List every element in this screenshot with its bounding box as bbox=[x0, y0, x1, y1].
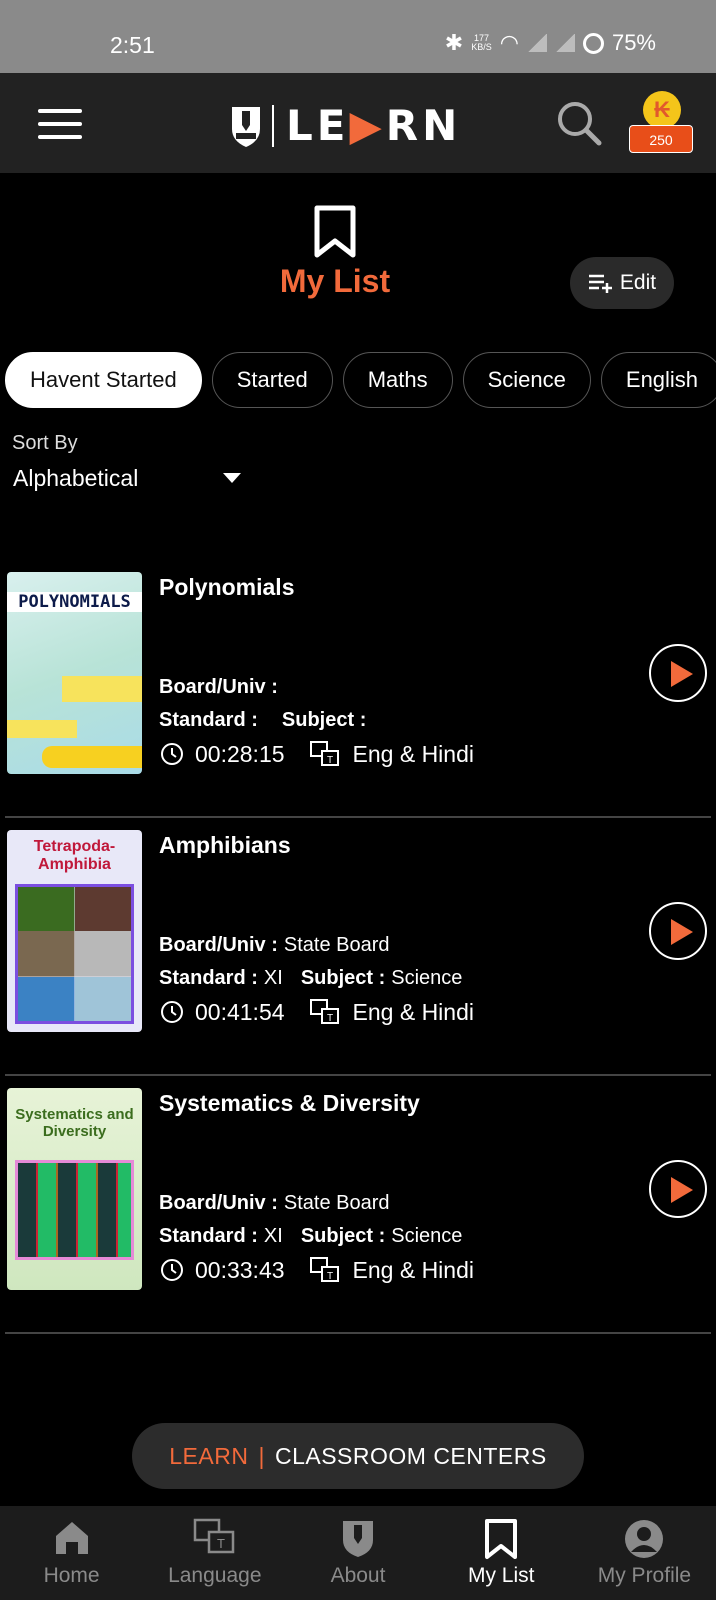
network-speed: 177 KB/S bbox=[471, 33, 492, 52]
nav-about[interactable]: About bbox=[286, 1506, 429, 1600]
play-icon bbox=[671, 661, 693, 687]
nav-language[interactable]: T Language bbox=[143, 1506, 286, 1600]
bookmark-icon bbox=[485, 1519, 518, 1559]
nav-my-profile[interactable]: My Profile bbox=[573, 1506, 716, 1600]
nav-home[interactable]: Home bbox=[0, 1506, 143, 1600]
battery-level: 75% bbox=[611, 30, 656, 55]
search-icon[interactable] bbox=[555, 99, 603, 147]
sort-dropdown[interactable]: Alphabetical bbox=[13, 465, 243, 492]
item-title: Amphibians bbox=[159, 832, 291, 858]
item-duration: 00:33:43 bbox=[195, 1256, 285, 1283]
logo-wordmark: LE▶RN bbox=[286, 101, 462, 150]
dropdown-caret-icon bbox=[223, 473, 241, 483]
thumbnail-amphibians: Tetrapoda-Amphibia bbox=[7, 830, 142, 1032]
app-bar: LE▶RN ₭ 250 bbox=[0, 73, 716, 173]
tab-havent-started[interactable]: Havent Started bbox=[5, 352, 202, 408]
item-board: Board/Univ : bbox=[159, 676, 278, 698]
logo-divider bbox=[272, 104, 274, 147]
language-icon: T bbox=[309, 999, 339, 1024]
list-item[interactable]: Systematics and Diversity Systematics & … bbox=[0, 1076, 716, 1334]
coin-wallet[interactable]: ₭ 250 bbox=[629, 91, 697, 153]
list-item[interactable]: POLYNOMIALS Polynomials Board/Univ : Sta… bbox=[0, 560, 716, 818]
status-icons: ✱ 177 KB/S ◠ 75% bbox=[445, 30, 656, 56]
item-duration: 00:41:54 bbox=[195, 998, 285, 1025]
bluetooth-icon: ✱ bbox=[444, 30, 464, 55]
filter-tabs: Havent Started Started Maths Science Eng… bbox=[5, 352, 716, 412]
thumbnail-polynomials: POLYNOMIALS bbox=[7, 572, 142, 774]
item-duration-language: 00:33:43 T Eng & Hindi bbox=[159, 1256, 474, 1284]
banner-learn-label: LEARN bbox=[169, 1443, 249, 1469]
item-duration-language: 00:28:15 T Eng & Hindi bbox=[159, 740, 474, 768]
profile-icon bbox=[625, 1520, 664, 1558]
klassroom-shield-icon bbox=[232, 106, 260, 147]
clock-history-icon bbox=[161, 1259, 183, 1281]
menu-icon[interactable] bbox=[38, 109, 82, 139]
svg-text:T: T bbox=[326, 1013, 332, 1024]
thumbnail-title: POLYNOMIALS bbox=[7, 592, 142, 612]
status-bar: 2:51 ✱ 177 KB/S ◠ 75% bbox=[0, 0, 716, 73]
tab-science[interactable]: Science bbox=[462, 352, 591, 408]
home-icon bbox=[55, 1522, 88, 1554]
coin-icon: ₭ bbox=[643, 91, 681, 129]
classroom-centers-banner[interactable]: LEARN | CLASSROOM CENTERS bbox=[132, 1423, 584, 1489]
thumbnail-species-grid bbox=[15, 1160, 134, 1260]
tab-started[interactable]: Started bbox=[211, 352, 333, 408]
play-button[interactable] bbox=[649, 1160, 707, 1218]
language-icon: T bbox=[309, 1257, 339, 1282]
play-button[interactable] bbox=[649, 902, 707, 960]
banner-separator: | bbox=[258, 1443, 265, 1469]
tab-maths[interactable]: Maths bbox=[342, 352, 453, 408]
clock-history-icon bbox=[161, 743, 183, 765]
divider bbox=[5, 1332, 711, 1334]
sort-label: Sort By bbox=[12, 432, 78, 454]
edit-button-label: Edit bbox=[619, 271, 657, 294]
nav-my-list[interactable]: My List bbox=[430, 1506, 573, 1600]
item-standard-subject: Standard : XI Subject : Science bbox=[159, 1225, 463, 1247]
thumbnail-photo-grid bbox=[15, 884, 134, 1024]
item-language: Eng & Hindi bbox=[352, 1256, 474, 1283]
bookmark-icon bbox=[314, 205, 356, 258]
svg-text:T: T bbox=[217, 1536, 225, 1551]
app-logo: LE▶RN bbox=[228, 101, 461, 150]
language-icon: T bbox=[309, 741, 339, 766]
status-time: 2:51 bbox=[110, 32, 155, 58]
list-item[interactable]: Tetrapoda-Amphibia Amphibians Board/Univ… bbox=[0, 818, 716, 1076]
coin-count: 250 bbox=[629, 125, 693, 153]
thumbnail-math-band-2 bbox=[7, 720, 77, 738]
signal-icon-2 bbox=[554, 34, 575, 52]
sort-value: Alphabetical bbox=[13, 465, 139, 491]
signal-icon bbox=[526, 34, 547, 52]
play-icon bbox=[671, 1177, 693, 1203]
item-title: Polynomials bbox=[159, 574, 295, 600]
thumbnail-title: Tetrapoda-Amphibia bbox=[33, 838, 116, 873]
tab-english[interactable]: English bbox=[600, 352, 716, 408]
edit-list-icon bbox=[588, 274, 612, 293]
wifi-icon: ◠ bbox=[499, 30, 519, 55]
thumbnail-math-band bbox=[62, 676, 142, 702]
language-icon: T bbox=[193, 1518, 235, 1554]
item-standard-subject: Standard : XI Subject : Science bbox=[159, 967, 463, 989]
item-board: Board/Univ : State Board bbox=[159, 934, 390, 956]
item-duration-language: 00:41:54 T Eng & Hindi bbox=[159, 998, 474, 1026]
item-language: Eng & Hindi bbox=[352, 740, 474, 767]
edit-button[interactable]: Edit bbox=[570, 257, 674, 309]
item-duration: 00:28:15 bbox=[195, 740, 285, 767]
thumbnail-title: Systematics and Diversity bbox=[15, 1106, 134, 1140]
svg-text:T: T bbox=[326, 1271, 332, 1282]
item-board: Board/Univ : State Board bbox=[159, 1192, 390, 1214]
item-standard-subject: Standard : Subject : bbox=[159, 709, 367, 731]
thumbnail-math-band-3 bbox=[42, 746, 142, 768]
video-list: POLYNOMIALS Polynomials Board/Univ : Sta… bbox=[0, 560, 716, 1334]
item-language: Eng & Hindi bbox=[352, 998, 474, 1025]
about-shield-icon bbox=[343, 1521, 373, 1557]
item-title: Systematics & Diversity bbox=[159, 1090, 420, 1116]
banner-classroom-label: CLASSROOM CENTERS bbox=[274, 1443, 547, 1469]
bottom-navigation: Home T Language About My List My Profile bbox=[0, 1506, 716, 1600]
battery-icon bbox=[582, 32, 604, 54]
svg-text:T: T bbox=[326, 755, 332, 766]
play-icon bbox=[671, 919, 693, 945]
play-button[interactable] bbox=[649, 644, 707, 702]
thumbnail-systematics: Systematics and Diversity bbox=[7, 1088, 142, 1290]
clock-history-icon bbox=[161, 1001, 183, 1023]
